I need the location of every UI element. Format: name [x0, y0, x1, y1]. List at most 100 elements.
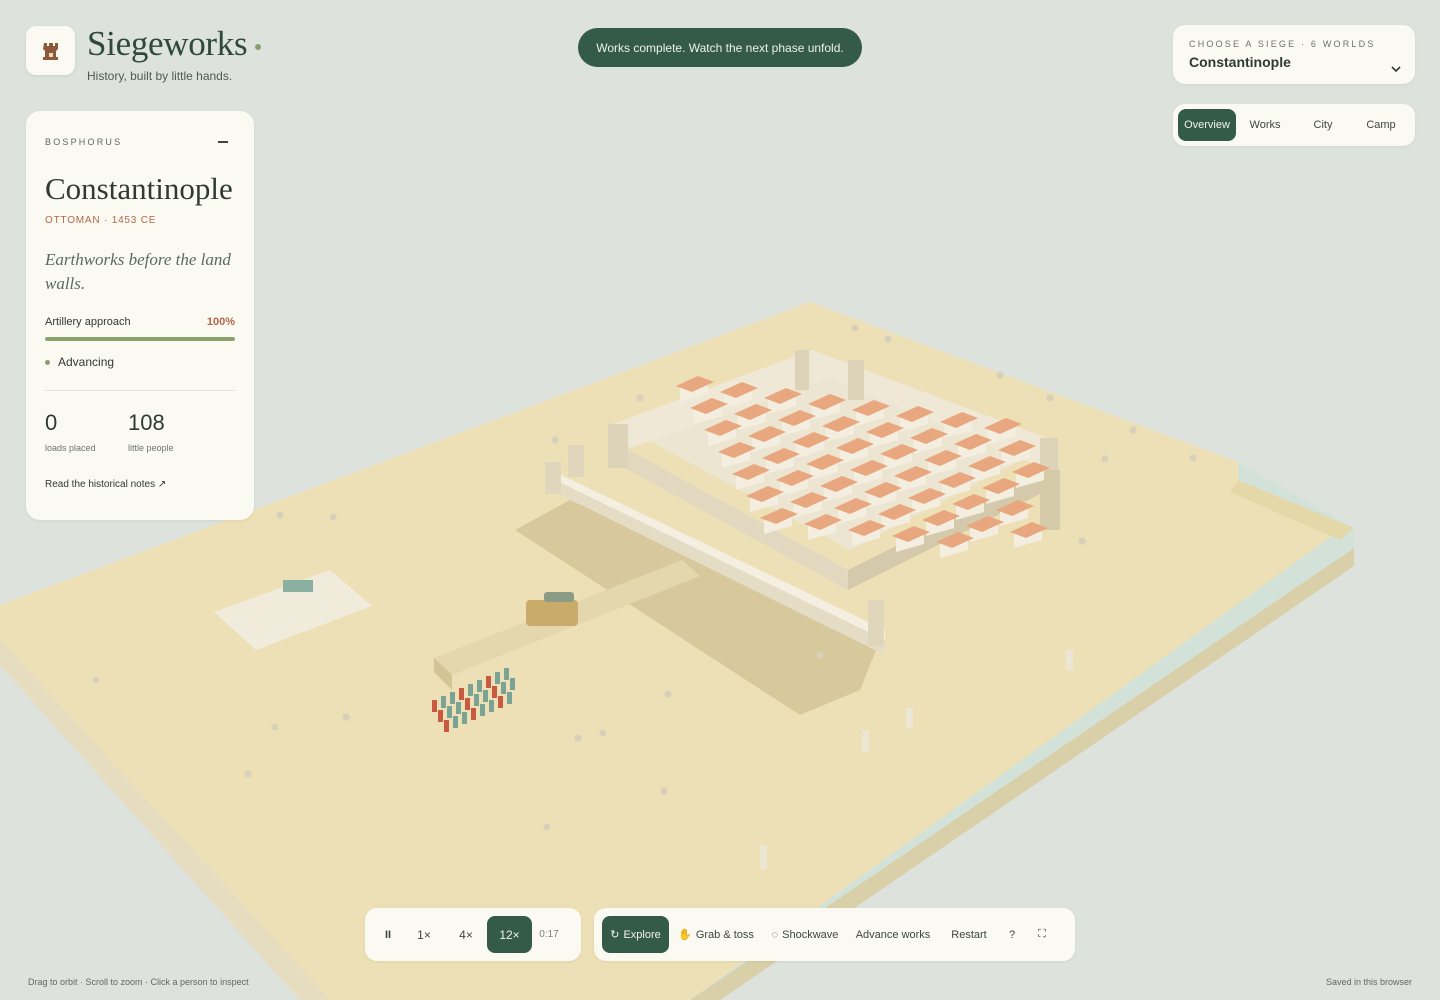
rock [92, 676, 100, 684]
rock [271, 723, 279, 731]
progress-bar-fill [45, 337, 235, 341]
brand-dot [255, 43, 262, 50]
brand-title: Siegeworks [87, 26, 262, 61]
rock [276, 511, 284, 519]
explore-label: Explore [623, 928, 661, 941]
era-label: OTTOMAN · 1453 CE [45, 215, 157, 226]
soldier[interactable] [495, 672, 500, 684]
rock [329, 513, 337, 521]
view-tabs: Overview Works City Camp [1173, 104, 1415, 146]
progress-bar [45, 337, 235, 341]
tab-camp[interactable]: Camp [1352, 109, 1410, 141]
grab-toss-label: Grab & toss [695, 928, 754, 941]
rock [1078, 537, 1086, 545]
soldier[interactable] [498, 696, 503, 708]
stat-people: 108 little people [128, 410, 211, 453]
soldier[interactable] [507, 692, 512, 704]
collapse-icon[interactable] [218, 141, 228, 143]
fullscreen-icon[interactable]: ⛶ [1025, 916, 1059, 953]
hand-icon: ✋ [678, 929, 692, 941]
soldier[interactable] [501, 682, 506, 694]
soldier[interactable] [441, 696, 446, 708]
advance-works-button[interactable]: Advance works [847, 916, 939, 953]
tab-works[interactable]: Works [1236, 109, 1294, 141]
soldier[interactable] [504, 668, 509, 680]
saved-status: Saved in this browser [1325, 977, 1412, 987]
rock [1189, 454, 1197, 462]
rock [1046, 394, 1054, 402]
stats-row: 0 loads placed 108 little people [45, 410, 235, 453]
rock [660, 787, 668, 795]
soldier[interactable] [462, 712, 467, 724]
siege-info-card: BOSPHORUS Constantinople OTTOMAN · 1453 … [26, 111, 254, 520]
soldier[interactable] [477, 680, 482, 692]
speed-12x-button[interactable]: 12× [487, 916, 532, 953]
tab-overview[interactable]: Overview [1178, 109, 1236, 141]
stat-loads: 0 loads placed [45, 410, 128, 453]
status-dot [45, 359, 50, 365]
soldier[interactable] [510, 678, 515, 690]
progress-label: Artillery approach [45, 316, 131, 328]
shockwave-button[interactable]: ◌ Shockwave [763, 916, 847, 953]
stat-people-value: 108 [128, 410, 165, 435]
rock [1129, 426, 1137, 434]
soldier[interactable] [432, 700, 437, 712]
city-title: Constantinople [45, 171, 233, 206]
soldier[interactable] [444, 720, 449, 732]
tab-city[interactable]: City [1294, 109, 1352, 141]
rock [664, 690, 672, 698]
rock [543, 823, 551, 831]
soldier[interactable] [453, 716, 458, 728]
soldier[interactable] [450, 692, 455, 704]
explore-button[interactable]: ↻ Explore [602, 916, 669, 953]
logo-box[interactable] [26, 26, 75, 75]
rock [244, 770, 252, 778]
soldier[interactable] [474, 694, 479, 706]
siege-selector-caption: CHOOSE A SIEGE · 6 WORLDS [1189, 39, 1376, 49]
soldier[interactable] [480, 704, 485, 716]
help-button[interactable]: ? [999, 916, 1025, 953]
speed-controls: II 1× 4× 12× 0:17 [365, 908, 581, 961]
siege-selector[interactable]: CHOOSE A SIEGE · 6 WORLDS Constantinople [1173, 25, 1415, 84]
soldier[interactable] [465, 698, 470, 710]
grab-toss-button[interactable]: ✋ Grab & toss [669, 916, 763, 953]
rock [851, 324, 859, 332]
status-toast: Works complete. Watch the next phase unf… [578, 28, 862, 67]
historical-notes-link[interactable]: Read the historical notes ↗ [45, 479, 235, 490]
soldier[interactable] [456, 702, 461, 714]
rock [551, 436, 559, 444]
stat-loads-value: 0 [45, 410, 58, 435]
controls-hint: Drag to orbit · Scroll to zoom · Click a… [28, 977, 249, 987]
restart-button[interactable]: Restart [939, 916, 999, 953]
soldier[interactable] [447, 706, 452, 718]
ring-icon: ◌ [771, 928, 779, 941]
chevron-down-icon [1391, 66, 1401, 73]
brand-tagline: History, built by little hands. [87, 69, 233, 83]
soldier[interactable] [438, 710, 443, 722]
soldier[interactable] [483, 690, 488, 702]
stat-loads-label: loads placed [45, 443, 96, 453]
speed-4x-button[interactable]: 4× [445, 916, 487, 953]
rock [342, 713, 350, 721]
soldier[interactable] [468, 684, 473, 696]
elapsed-timer: 0:17 [539, 929, 559, 940]
progress-row: Artillery approach 100% [45, 316, 235, 328]
phase-subtitle: Earthworks before the land walls. [45, 250, 231, 293]
status-row: Advancing [45, 355, 235, 369]
soldier[interactable] [486, 676, 491, 688]
tool-bar: ↻ Explore ✋ Grab & toss ◌ Shockwave Adva… [594, 908, 1075, 961]
rock [1101, 455, 1109, 463]
brand: Siegeworks History, built by little hand… [26, 26, 262, 83]
progress-value: 100% [206, 316, 235, 328]
refresh-icon: ↻ [610, 929, 620, 941]
card-divider [45, 390, 235, 391]
soldier[interactable] [489, 700, 494, 712]
pause-button[interactable]: II [373, 916, 403, 953]
soldier[interactable] [459, 688, 464, 700]
speed-1x-button[interactable]: 1× [403, 916, 445, 953]
soldier[interactable] [471, 708, 476, 720]
shockwave-label: Shockwave [782, 928, 839, 941]
soldier[interactable] [492, 686, 497, 698]
rock [636, 394, 644, 402]
stat-people-label: little people [128, 443, 174, 453]
